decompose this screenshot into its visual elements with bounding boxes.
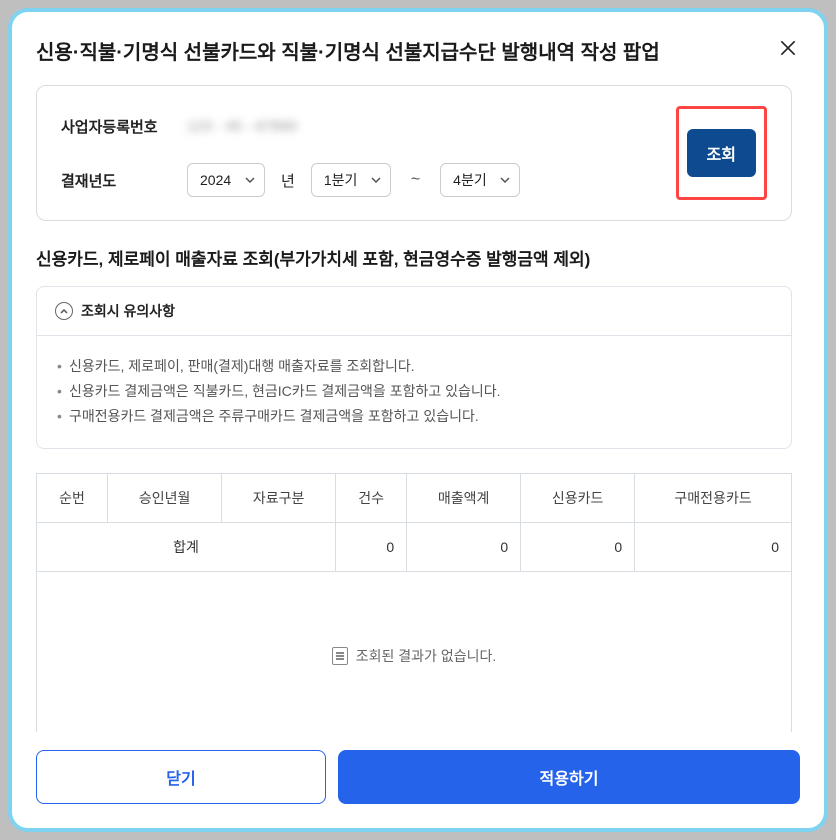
quarter-from-select[interactable]: 1분기 — [311, 163, 391, 197]
close-button[interactable]: 닫기 — [36, 750, 326, 804]
sum-count: 0 — [336, 522, 407, 571]
apply-button[interactable]: 적용하기 — [338, 750, 800, 804]
year-label: 결재년도 — [61, 170, 171, 191]
range-tilde: ~ — [411, 171, 420, 189]
year-select[interactable]: 2024 — [187, 163, 265, 197]
th-seq: 순번 — [37, 473, 108, 522]
th-count: 건수 — [336, 473, 407, 522]
search-panel: 사업자등록번호 123 - 45 - 67890 결재년도 2024 — [36, 85, 792, 221]
th-approval-month: 승인년월 — [108, 473, 222, 522]
notice-item: 신용카드, 제로페이, 판매(결제)대행 매출자료를 조회합니다. — [57, 354, 771, 379]
section1-title: 신용카드, 제로페이 매출자료 조회(부가가치세 포함, 현금영수증 발행금액 … — [36, 245, 792, 270]
notice-item: 구매전용카드 결제금액은 주류구매카드 결제금액을 포함하고 있습니다. — [57, 404, 771, 429]
sum-purchase: 0 — [635, 522, 792, 571]
modal-title: 신용·직불·기명식 선불카드와 직불·기명식 선불지급수단 발행내역 작성 팝업 — [36, 36, 660, 65]
sum-label: 합계 — [37, 522, 336, 571]
document-icon — [332, 647, 348, 665]
year-unit: 년 — [281, 170, 295, 191]
notice-box: 조회시 유의사항 신용카드, 제로페이, 판매(결제)대행 매출자료를 조회합니… — [36, 286, 792, 449]
chevron-up-circle-icon — [55, 302, 73, 320]
quarter-to-select[interactable]: 4분기 — [440, 163, 520, 197]
notice-toggle[interactable]: 조회시 유의사항 — [37, 287, 791, 336]
th-sales-total: 매출액계 — [407, 473, 521, 522]
th-purchase-card: 구매전용카드 — [635, 473, 792, 522]
empty-results: 조회된 결과가 없습니다. — [36, 572, 792, 732]
lookup-highlight: 조회 — [676, 106, 767, 200]
th-data-type: 자료구분 — [222, 473, 336, 522]
close-icon-button[interactable] — [776, 36, 800, 60]
results-table: 순번 승인년월 자료구분 건수 매출액계 신용카드 구매전용카드 합계 0 0 — [36, 473, 792, 572]
notice-title: 조회시 유의사항 — [81, 301, 175, 321]
close-icon — [778, 38, 798, 58]
notice-item: 신용카드 결제금액은 직불카드, 현금IC카드 결제금액을 포함하고 있습니다. — [57, 379, 771, 404]
table-sum-row: 합계 0 0 0 0 — [37, 522, 792, 571]
popup-modal: 신용·직불·기명식 선불카드와 직불·기명식 선불지급수단 발행내역 작성 팝업… — [8, 8, 828, 832]
sum-credit: 0 — [521, 522, 635, 571]
bizno-value: 123 - 45 - 67890 — [187, 118, 297, 135]
th-credit-card: 신용카드 — [521, 473, 635, 522]
sum-total: 0 — [407, 522, 521, 571]
empty-message: 조회된 결과가 없습니다. — [356, 646, 496, 666]
lookup-button[interactable]: 조회 — [687, 129, 756, 177]
bizno-label: 사업자등록번호 — [61, 116, 171, 137]
